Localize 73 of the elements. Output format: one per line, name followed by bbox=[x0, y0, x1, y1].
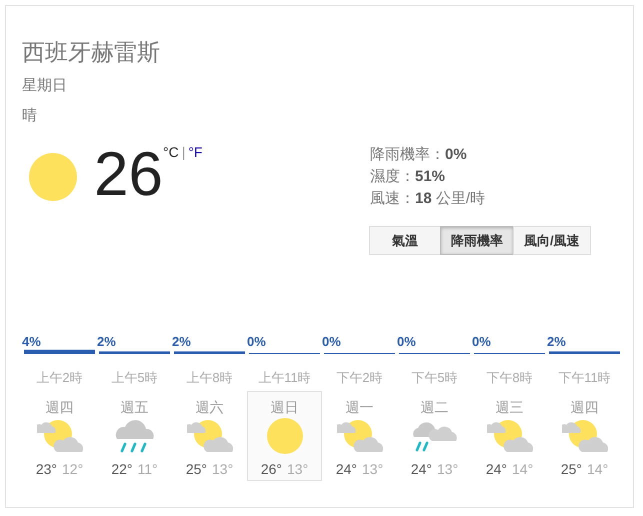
day-name: 週五 bbox=[120, 398, 148, 416]
value-label: 2% bbox=[547, 334, 566, 350]
chart-bar bbox=[24, 350, 95, 354]
partly-cloudy-icon bbox=[36, 419, 82, 453]
low-temperature: 13° bbox=[287, 460, 308, 478]
low-temperature: 11° bbox=[138, 460, 158, 478]
condition-label: 晴 bbox=[22, 106, 38, 126]
chart-tab[interactable]: 氣溫 bbox=[369, 226, 441, 255]
partly-cloudy-icon bbox=[486, 419, 532, 453]
forecast-day[interactable]: 週四 25° 14° bbox=[547, 391, 622, 481]
high-temperature: 23° bbox=[36, 460, 57, 478]
time-label: 上午11時 bbox=[258, 370, 311, 386]
chart-bar bbox=[174, 351, 245, 354]
time-label: 上午8時 bbox=[186, 370, 233, 386]
partly-cloudy-icon bbox=[186, 419, 232, 453]
sun-icon bbox=[266, 418, 302, 454]
low-temperature: 12° bbox=[62, 460, 84, 478]
low-temperature: 14° bbox=[512, 460, 534, 478]
weather-detail: 降雨機率：0% bbox=[370, 145, 468, 165]
location-title: 西班牙赫雷斯 bbox=[22, 38, 161, 67]
high-temperature: 22° bbox=[111, 460, 133, 478]
low-temperature: 13° bbox=[212, 460, 234, 478]
high-temperature: 26° bbox=[260, 460, 282, 478]
forecast-day[interactable]: 週日 26° 13° bbox=[247, 391, 322, 481]
day-name: 週六 bbox=[196, 398, 224, 416]
forecast-day[interactable]: 週五 22° 11° bbox=[97, 391, 172, 481]
high-temperature: 24° bbox=[410, 460, 432, 478]
high-temperature: 24° bbox=[336, 460, 357, 478]
high-temperature: 24° bbox=[486, 460, 507, 478]
day-name: 週一 bbox=[346, 398, 374, 416]
time-label: 下午2時 bbox=[336, 370, 383, 386]
low-temperature: 14° bbox=[587, 460, 608, 478]
value-label: 0% bbox=[322, 334, 341, 350]
chart-bar bbox=[549, 351, 620, 354]
time-label: 下午11時 bbox=[558, 370, 611, 386]
value-label: 0% bbox=[397, 334, 416, 350]
value-label: 4% bbox=[22, 334, 41, 350]
time-label: 下午8時 bbox=[486, 370, 533, 386]
high-temperature: 25° bbox=[186, 460, 207, 478]
forecast-day[interactable]: 週二 24° 13° bbox=[397, 391, 472, 481]
time-label: 上午5時 bbox=[111, 370, 158, 386]
day-name: 週四 bbox=[570, 398, 598, 416]
rain-cloud-icon bbox=[114, 419, 154, 453]
partly-cloudy-icon bbox=[562, 419, 608, 453]
chart-tab[interactable]: 風向/風速 bbox=[513, 226, 591, 255]
day-name: 週四 bbox=[46, 398, 74, 416]
day-label: 星期日 bbox=[22, 76, 68, 96]
unit-link[interactable]: °F bbox=[188, 144, 202, 160]
day-name: 週三 bbox=[496, 398, 524, 416]
temperature-value: 26 bbox=[94, 144, 163, 206]
sun-icon bbox=[28, 152, 78, 202]
time-label: 上午2時 bbox=[36, 370, 83, 386]
chart-bar bbox=[99, 351, 170, 354]
forecast-day[interactable]: 週六 25° 13° bbox=[172, 391, 247, 481]
partly-cloudy-icon bbox=[336, 419, 382, 453]
weather-detail: 濕度：51% bbox=[370, 167, 446, 187]
low-temperature: 13° bbox=[437, 460, 458, 478]
chart-tab[interactable]: 降雨機率 bbox=[440, 226, 514, 255]
weather-detail: 風速：18 公里/時 bbox=[370, 189, 486, 209]
forecast-day[interactable]: 週三 24° 14° bbox=[472, 391, 547, 481]
value-label: 0% bbox=[472, 334, 491, 350]
time-label: 下午5時 bbox=[411, 370, 458, 386]
forecast-day[interactable]: 週四 23° 12° bbox=[22, 391, 97, 481]
unit-separator: | bbox=[182, 144, 186, 160]
value-label: 0% bbox=[247, 334, 266, 350]
unit-link[interactable]: °C bbox=[162, 144, 179, 160]
value-label: 2% bbox=[97, 334, 116, 350]
value-label: 2% bbox=[172, 334, 191, 350]
low-temperature: 13° bbox=[362, 460, 384, 478]
forecast-day[interactable]: 週一 24° 13° bbox=[322, 391, 397, 481]
day-name: 週日 bbox=[270, 398, 298, 416]
day-name: 週二 bbox=[420, 398, 448, 416]
high-temperature: 25° bbox=[560, 460, 582, 478]
